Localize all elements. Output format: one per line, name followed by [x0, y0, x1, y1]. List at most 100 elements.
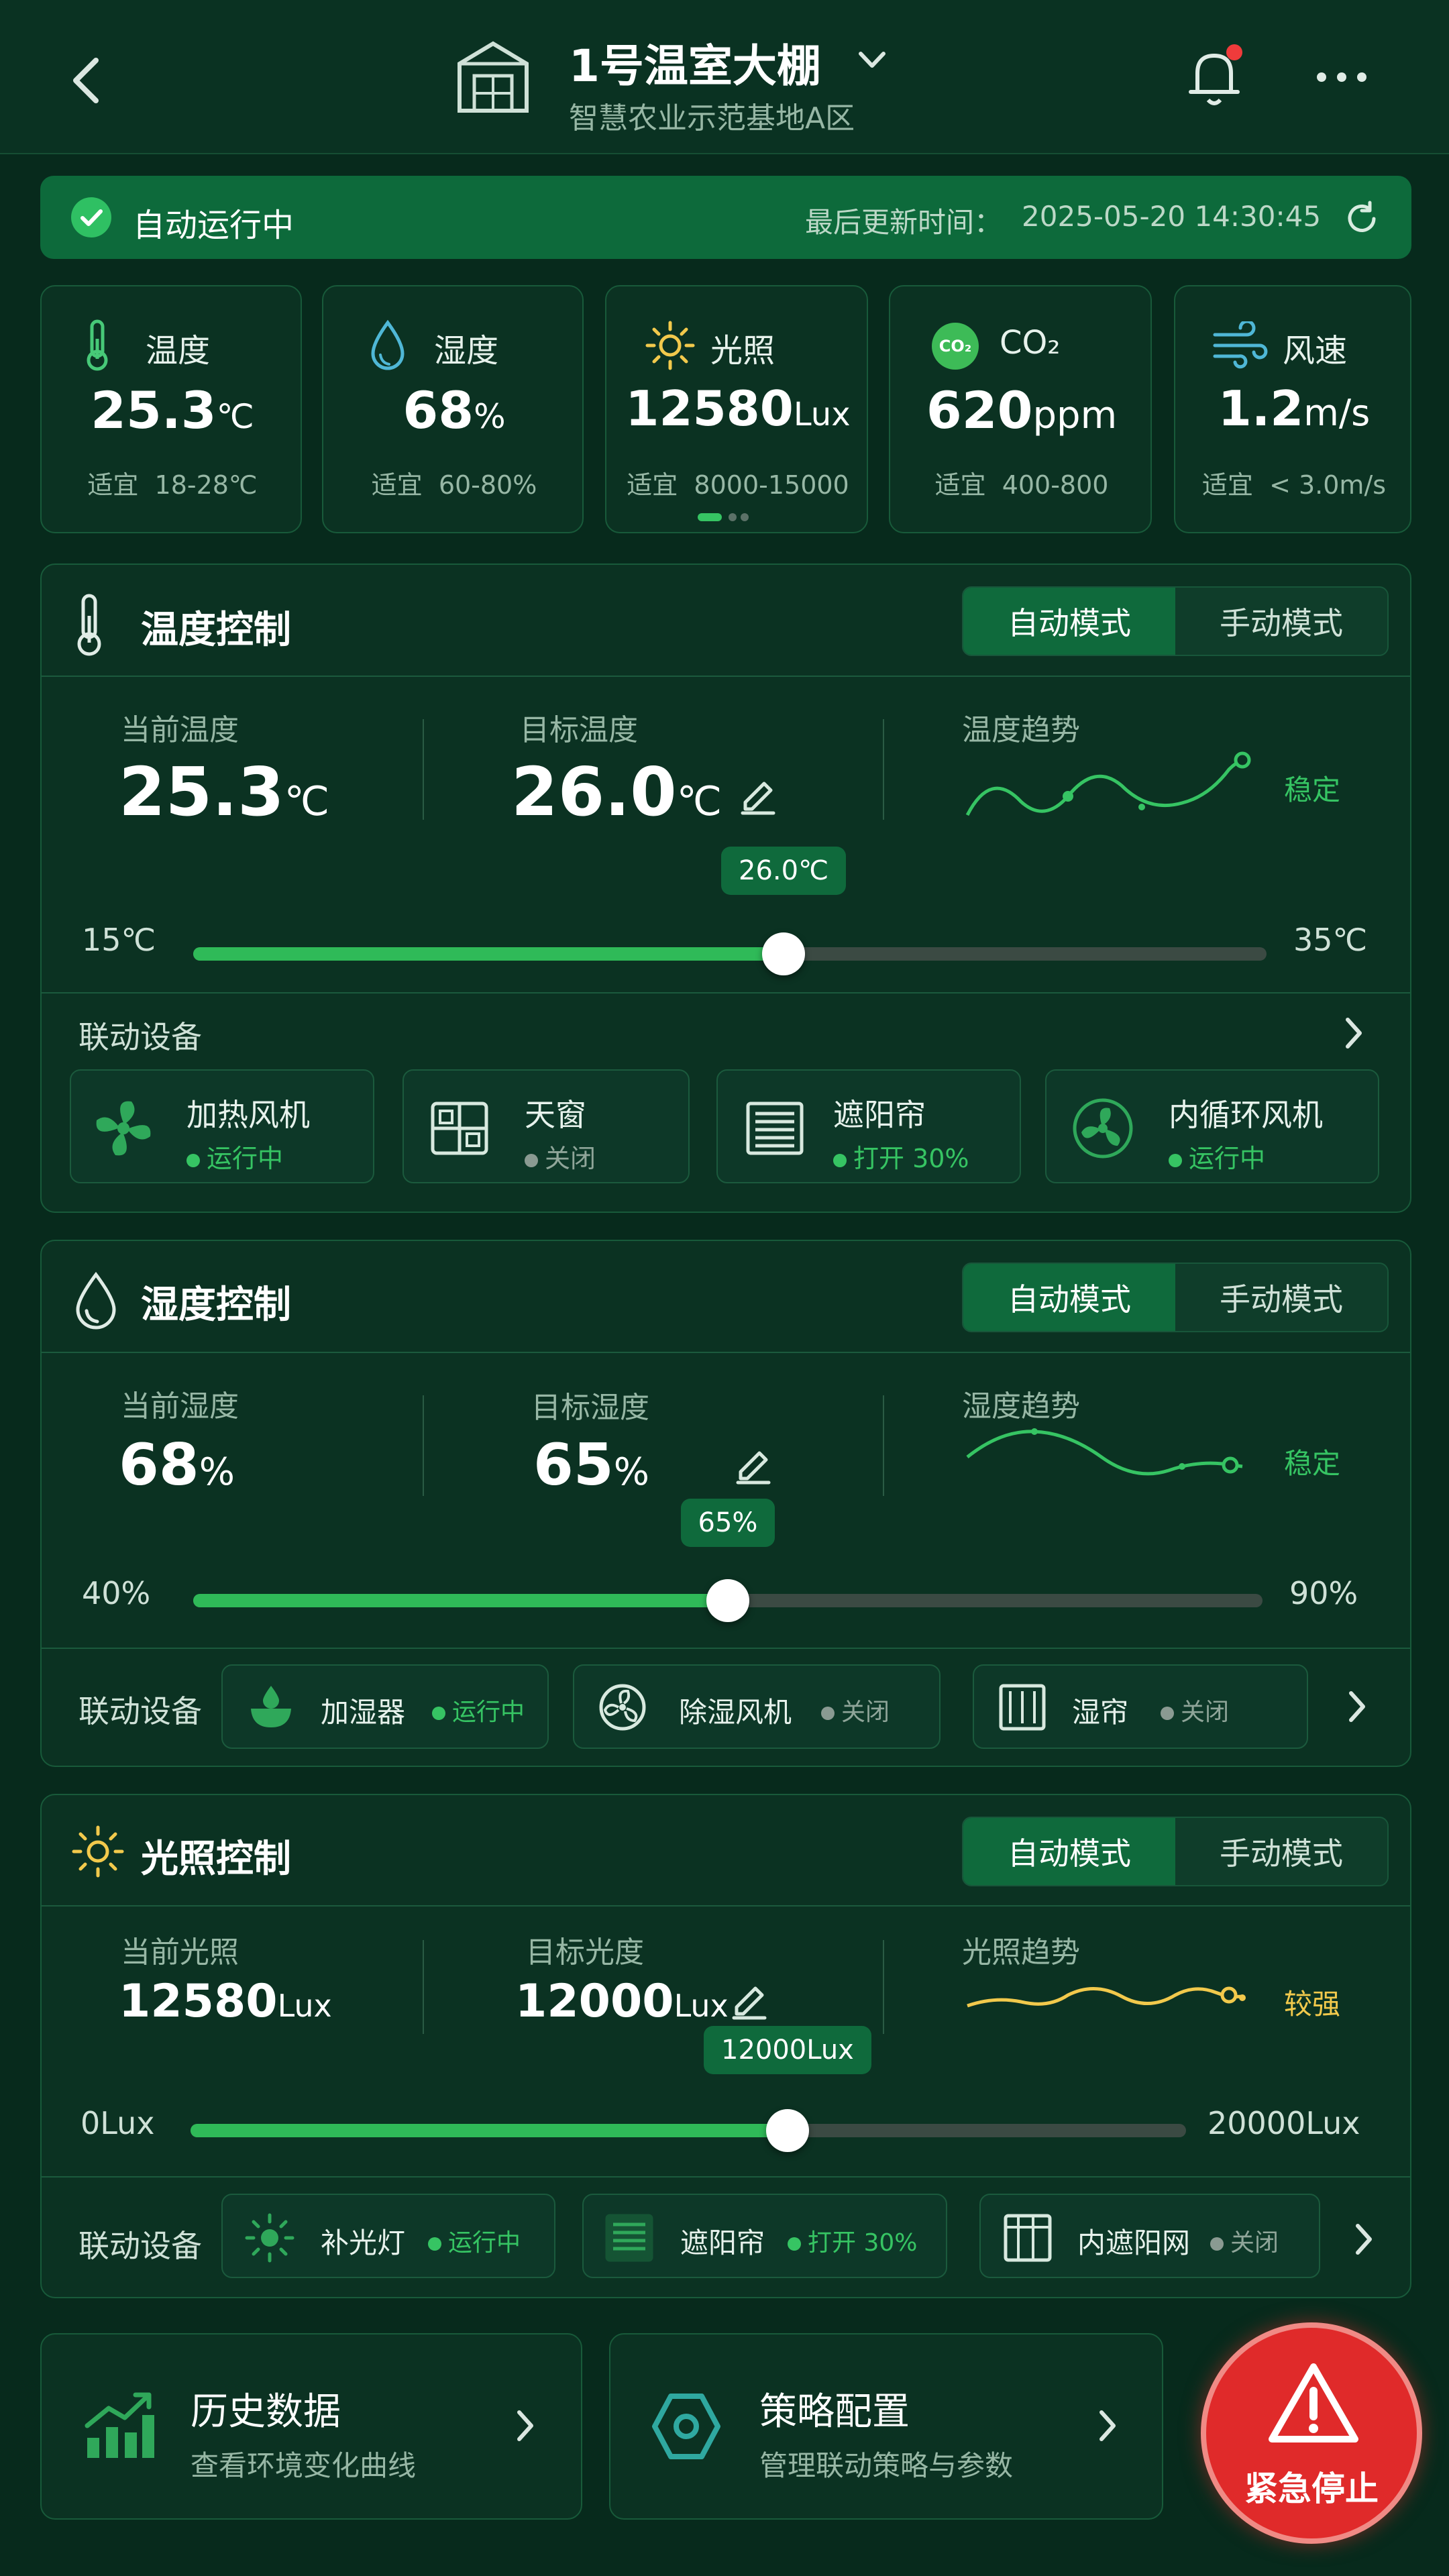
device-grow-light[interactable]: 补光灯 运行中: [221, 2194, 555, 2278]
slider-fill: [193, 1594, 728, 1607]
slider-handle[interactable]: [706, 1579, 749, 1622]
current-value: 12580: [119, 1975, 278, 2028]
edit-icon[interactable]: [727, 1978, 770, 2021]
check-circle-icon: [71, 197, 111, 237]
trend-sparkline: [965, 751, 1251, 816]
trend-sparkline: [966, 1428, 1243, 1476]
chevron-right-icon[interactable]: [1350, 2219, 1377, 2259]
slider-max: 20000Lux: [1208, 2105, 1360, 2141]
chevron-right-icon: [517, 2410, 533, 2441]
current-label: 当前湿度: [121, 1389, 239, 1424]
device-name: 内循环风机: [1169, 1097, 1323, 1133]
device-shade-curtain[interactable]: 遮阳帘 打开 30%: [582, 2194, 947, 2278]
page-title[interactable]: 1号温室大棚: [569, 30, 821, 95]
metric-value: 1.2: [1218, 380, 1304, 437]
devices-label: 联动设备: [78, 2228, 202, 2264]
slider-tooltip: 26.0℃: [721, 847, 846, 895]
stat-separator: [883, 719, 884, 820]
device-heating-fan[interactable]: 加热风机 运行中: [70, 1069, 374, 1183]
device-humidifier[interactable]: 加湿器 运行中: [221, 1664, 549, 1749]
chevron-right-icon[interactable]: [1343, 1686, 1370, 1727]
stat-separator: [423, 719, 424, 820]
slider-handle[interactable]: [762, 932, 805, 975]
device-wet-curtain[interactable]: 湿帘 关闭: [973, 1664, 1308, 1749]
chevron-down-icon[interactable]: [855, 47, 889, 74]
target-label: 目标光度: [526, 1935, 644, 1970]
metric-card-temperature[interactable]: 温度 25.3℃ 适宜 18-28℃: [40, 285, 302, 533]
metric-card-co2[interactable]: CO₂ CO₂ 620ppm 适宜 400-800: [889, 285, 1152, 533]
strategy-config-button[interactable]: 策略配置 管理联动策略与参数: [609, 2333, 1163, 2520]
metric-label: 湿度: [434, 332, 499, 370]
mode-toggle: 自动模式 手动模式: [962, 586, 1389, 656]
metric-card-humidity[interactable]: 湿度 68% 适宜 60-80%: [322, 285, 584, 533]
metric-card-wind[interactable]: 风速 1.2m/s 适宜 < 3.0m/s: [1174, 285, 1411, 533]
device-shade-curtain[interactable]: 遮阳帘 打开 30%: [716, 1069, 1021, 1183]
edit-icon[interactable]: [736, 773, 779, 816]
slider-max: 90%: [1289, 1575, 1358, 1611]
manual-mode-button[interactable]: 手动模式: [1175, 1818, 1387, 1885]
trend-status: 稳定: [1284, 773, 1341, 806]
status-bar: 自动运行中 最后更新时间： 2025-05-20 14:30:45: [40, 176, 1411, 259]
panel-title: 温度控制: [141, 608, 291, 652]
section-divider: [42, 1648, 1410, 1649]
humidity-control-panel: 湿度控制 自动模式 手动模式 当前湿度 68% 目标湿度 65% 湿度趋势 稳定…: [40, 1240, 1411, 1767]
page-subtitle: 智慧农业示范基地A区: [569, 101, 855, 136]
edit-icon[interactable]: [731, 1442, 774, 1485]
slider-min: 40%: [82, 1575, 151, 1611]
metric-unit: m/s: [1303, 392, 1371, 434]
chevron-right-icon[interactable]: [1340, 1013, 1366, 1053]
humidity-slider[interactable]: 65%: [193, 1499, 1263, 1627]
thermometer-icon: [87, 319, 108, 371]
stat-separator: [423, 1395, 424, 1496]
metric-label: 风速: [1283, 332, 1348, 370]
page-indicator: [698, 512, 778, 523]
device-status: 打开 30%: [808, 2229, 918, 2257]
strategy-subtitle: 管理联动策略与参数: [759, 2449, 1014, 2482]
refresh-icon[interactable]: [1343, 200, 1381, 237]
slider-max: 35℃: [1293, 922, 1368, 958]
light-slider[interactable]: 12000Lux: [191, 2026, 1186, 2157]
device-name: 加湿器: [321, 1696, 406, 1729]
current-unit: Lux: [277, 1988, 332, 2024]
slider-handle[interactable]: [766, 2109, 809, 2152]
device-status: 关闭: [841, 1699, 890, 1726]
panel-title: 光照控制: [141, 1837, 291, 1881]
device-dehumidify-fan[interactable]: 除湿风机 关闭: [573, 1664, 941, 1749]
history-data-button[interactable]: 历史数据 查看环境变化曲线: [40, 2333, 582, 2520]
temperature-slider[interactable]: 26.0℃: [193, 847, 1267, 981]
header-divider: [42, 676, 1410, 677]
header-divider: [42, 1352, 1410, 1353]
more-icon[interactable]: [1315, 67, 1368, 87]
current-value: 68: [119, 1432, 199, 1499]
mode-toggle: 自动模式 手动模式: [962, 1263, 1389, 1332]
panel-title: 湿度控制: [141, 1283, 291, 1327]
auto-mode-button[interactable]: 自动模式: [963, 1264, 1175, 1331]
metric-card-light[interactable]: 光照 12580Lux 适宜 8000-15000: [605, 285, 868, 533]
current-unit: ℃: [284, 778, 330, 825]
target-label: 目标温度: [520, 713, 638, 747]
device-status: 运行中: [1189, 1144, 1266, 1173]
device-circulation-fan[interactable]: 内循环风机 运行中: [1045, 1069, 1379, 1183]
app-header: 1号温室大棚 智慧农业示范基地A区: [0, 0, 1449, 154]
device-status: 运行中: [448, 2229, 521, 2257]
metric-value: 620: [926, 380, 1033, 440]
device-status: 关闭: [1230, 2229, 1279, 2257]
dehumidify-fan-icon: [599, 1684, 646, 1731]
water-drop-icon: [76, 1271, 116, 1330]
current-label: 当前温度: [121, 713, 239, 747]
devices-label: 联动设备: [78, 1693, 202, 1729]
device-inner-shade-net[interactable]: 内遮阳网 关闭: [979, 2194, 1320, 2278]
device-skylight[interactable]: 天窗 关闭: [402, 1069, 690, 1183]
device-status: 运行中: [207, 1144, 284, 1173]
current-unit: %: [199, 1450, 235, 1494]
humidifier-icon: [251, 1686, 291, 1727]
manual-mode-button[interactable]: 手动模式: [1175, 1264, 1387, 1331]
auto-mode-button[interactable]: 自动模式: [963, 588, 1175, 655]
metric-range: 适宜 60-80%: [371, 470, 537, 500]
auto-mode-button[interactable]: 自动模式: [963, 1818, 1175, 1885]
device-status: 运行中: [452, 1699, 525, 1726]
back-icon[interactable]: [64, 54, 111, 107]
metric-unit: ℃: [216, 397, 254, 436]
manual-mode-button[interactable]: 手动模式: [1175, 588, 1387, 655]
emergency-stop-button[interactable]: 紧急停止: [1201, 2322, 1422, 2544]
